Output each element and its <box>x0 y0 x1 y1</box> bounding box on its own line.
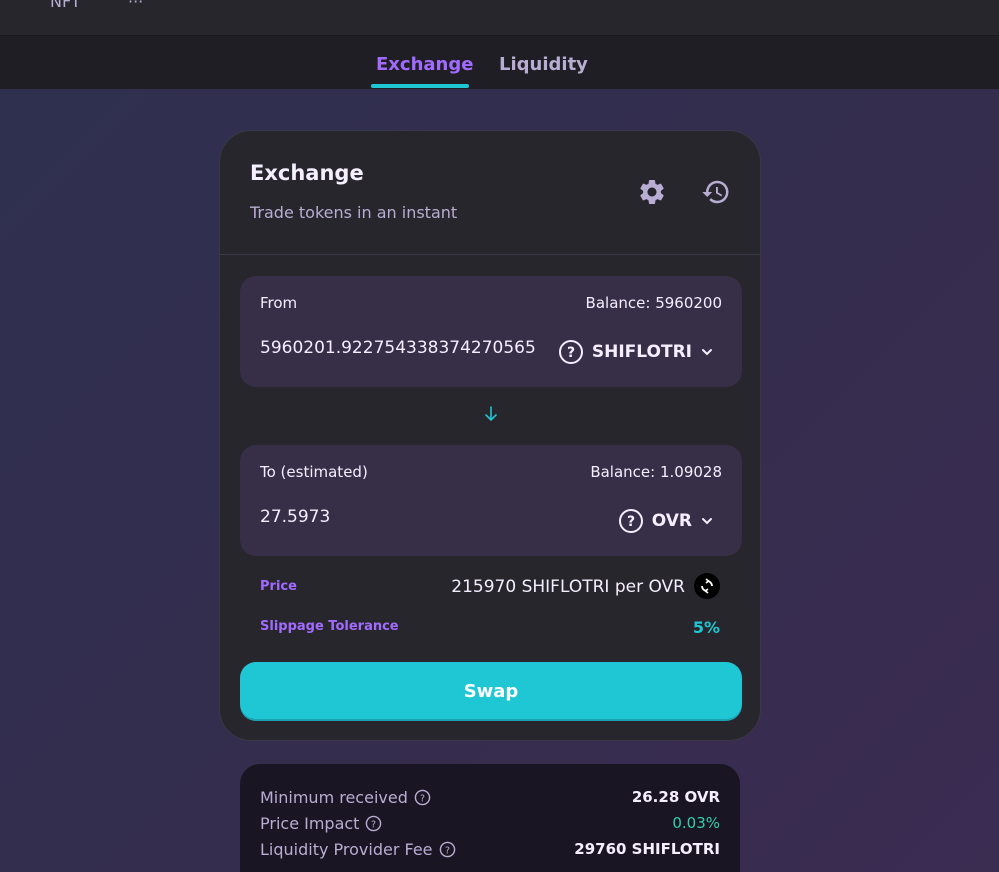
svg-text:?: ? <box>445 845 450 856</box>
sync-icon <box>701 578 713 594</box>
to-token-name: OVR <box>651 511 692 531</box>
to-panel: To (estimated) Balance: 1.09028 ? OVR <box>240 445 742 556</box>
detail-row-price-impact: Price Impact ? 0.03% <box>260 814 720 836</box>
price-impact-value: 0.03% <box>672 814 720 832</box>
to-label: To (estimated) <box>260 463 368 481</box>
chevron-down-icon <box>702 518 712 525</box>
trade-details-panel: Minimum received ? 26.28 OVR Price Impac… <box>240 764 740 872</box>
lp-fee-value: 29760 SHIFLOTRI <box>574 840 720 858</box>
svg-text:?: ? <box>371 819 376 830</box>
price-impact-label: Price Impact <box>260 814 360 833</box>
invert-price-button[interactable] <box>694 573 720 599</box>
to-amount-input[interactable] <box>260 507 550 527</box>
svg-text:?: ? <box>567 345 575 361</box>
svg-text:?: ? <box>420 793 425 804</box>
nav-item-nft[interactable]: NFT <box>50 0 81 11</box>
swap-button[interactable]: Swap <box>240 662 742 721</box>
tab-exchange[interactable]: Exchange <box>376 54 473 75</box>
detail-row-minimum-received: Minimum received ? 26.28 OVR <box>260 788 720 810</box>
lp-fee-label: Liquidity Provider Fee <box>260 840 433 859</box>
tab-liquidity[interactable]: Liquidity <box>499 54 588 75</box>
from-token-name: SHIFLOTRI <box>591 342 692 362</box>
slippage-label: Slippage Tolerance <box>260 619 399 634</box>
active-tab-underline <box>371 84 469 88</box>
question-circle-icon: ? <box>558 340 583 364</box>
card-subtitle: Trade tokens in an instant <box>250 203 458 222</box>
history-button[interactable] <box>701 177 731 207</box>
gear-icon <box>640 180 664 204</box>
help-icon[interactable]: ? <box>439 841 456 858</box>
help-icon[interactable]: ? <box>414 789 431 806</box>
exchange-card: Exchange Trade tokens in an instant From… <box>219 130 761 741</box>
from-amount-input[interactable] <box>260 338 550 358</box>
minimum-received-label: Minimum received <box>260 788 408 807</box>
price-label: Price <box>260 579 297 594</box>
nav-item-more[interactable]: ··· <box>128 0 143 11</box>
settings-button[interactable] <box>637 177 667 207</box>
minimum-received-value: 26.28 OVR <box>631 788 720 806</box>
top-nav-bar: NFT ··· <box>0 0 999 36</box>
card-title: Exchange <box>250 161 364 185</box>
detail-row-lp-fee: Liquidity Provider Fee ? 29760 SHIFLOTRI <box>260 840 720 862</box>
slippage-value: 5% <box>692 618 720 637</box>
arrow-down-icon[interactable] <box>483 405 499 423</box>
from-balance: Balance: 5960200 <box>585 294 722 312</box>
history-icon <box>702 180 729 204</box>
from-label: From <box>260 294 298 312</box>
help-icon[interactable]: ? <box>365 815 382 832</box>
from-token-select[interactable]: ? SHIFLOTRI <box>558 338 714 366</box>
card-header: Exchange Trade tokens in an instant <box>220 131 760 255</box>
question-circle-icon: ? <box>618 509 643 533</box>
price-value: 215970 SHIFLOTRI per OVR <box>451 577 685 597</box>
to-balance: Balance: 1.09028 <box>590 463 722 481</box>
sub-nav-tabs: Exchange Liquidity <box>0 36 999 89</box>
to-token-select[interactable]: ? OVR <box>618 507 714 535</box>
chevron-down-icon <box>702 349 712 356</box>
svg-text:?: ? <box>627 514 635 530</box>
from-panel: From Balance: 5960200 ? SHIFLOTRI <box>240 276 742 387</box>
